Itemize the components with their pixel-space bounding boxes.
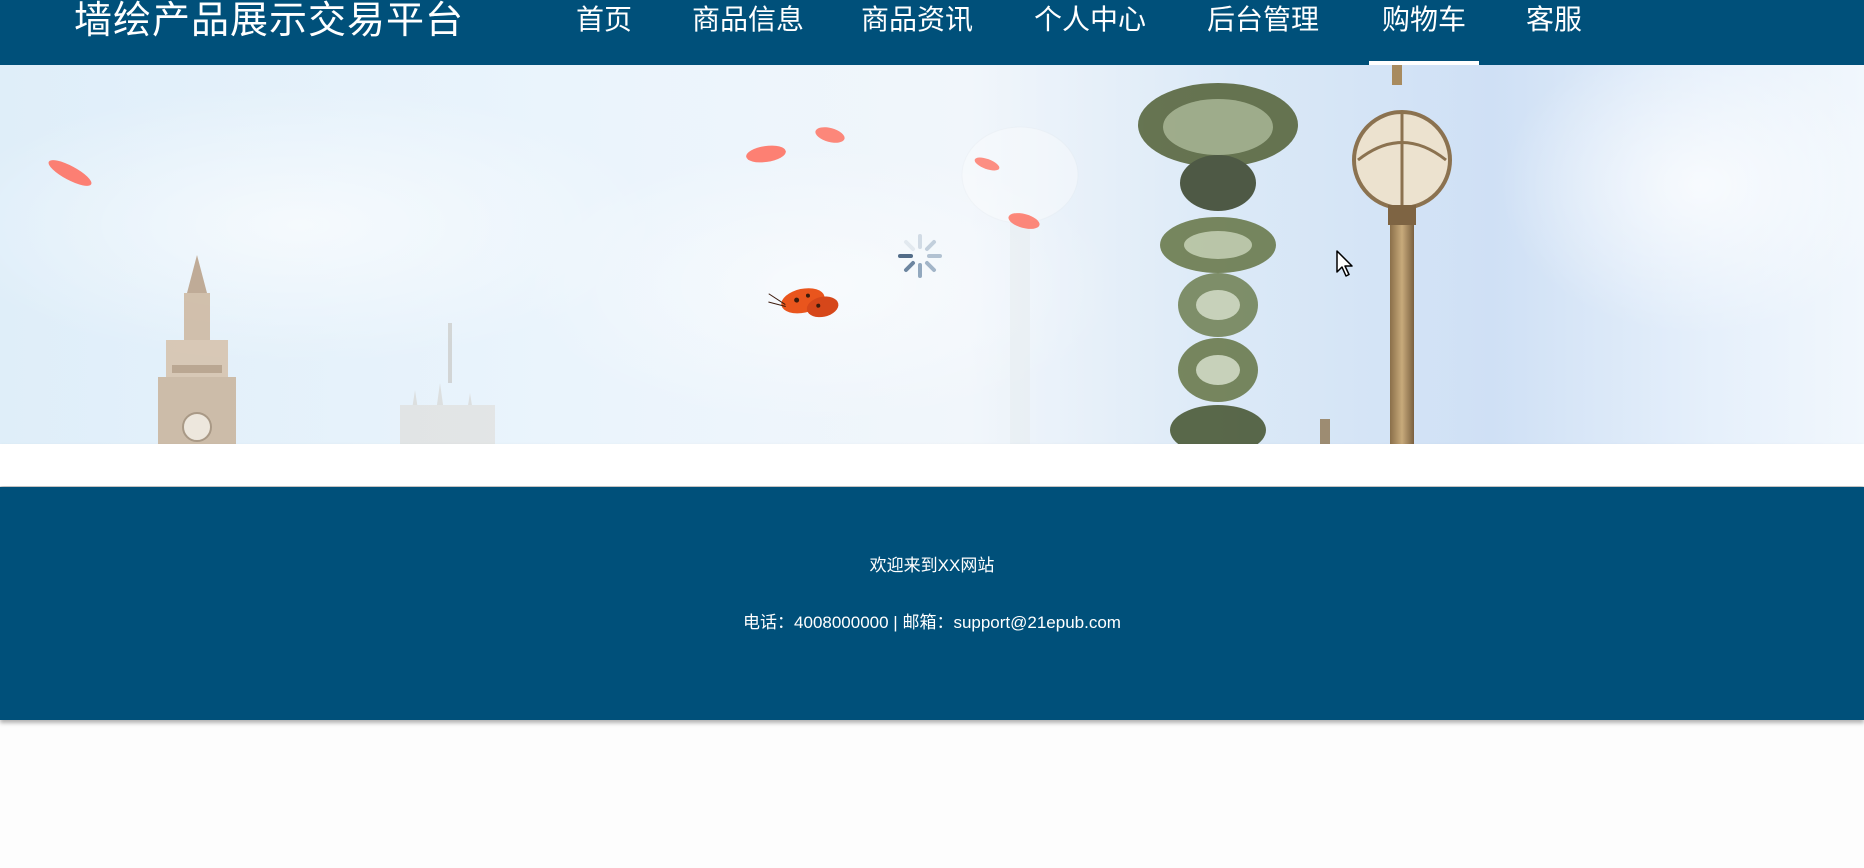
footer-contact-text: 电话：4008000000 | 邮箱：support@21epub.com bbox=[743, 613, 1121, 632]
nav-item-customer-service[interactable]: 客服 bbox=[1526, 0, 1582, 40]
nav-item-cart[interactable]: 购物车 bbox=[1368, 0, 1480, 65]
foliage-pillar bbox=[1138, 83, 1298, 444]
footer-welcome-text: 欢迎来到XX网站 bbox=[869, 556, 995, 575]
footer: 欢迎来到XX网站 电话：4008000000 | 邮箱：support@21ep… bbox=[0, 487, 1864, 720]
nav-item-home[interactable]: 首页 bbox=[576, 0, 632, 40]
nav-item-personal-center[interactable]: 个人中心 bbox=[1034, 0, 1146, 40]
hero-banner bbox=[0, 65, 1864, 444]
nav-item-products[interactable]: 商品信息 bbox=[692, 0, 804, 40]
top-navbar: 墙绘产品展示交易平台 首页 商品信息 商品资讯 个人中心 后台管理 购物车 客服 bbox=[0, 0, 1864, 65]
nav-item-admin[interactable]: 后台管理 bbox=[1207, 0, 1319, 40]
banner-illustration bbox=[0, 65, 1864, 444]
content-strip bbox=[0, 444, 1864, 486]
mouse-cursor-icon bbox=[1336, 250, 1353, 277]
site-title: 墙绘产品展示交易平台 bbox=[74, 0, 465, 42]
nav-item-news[interactable]: 商品资讯 bbox=[861, 0, 973, 40]
